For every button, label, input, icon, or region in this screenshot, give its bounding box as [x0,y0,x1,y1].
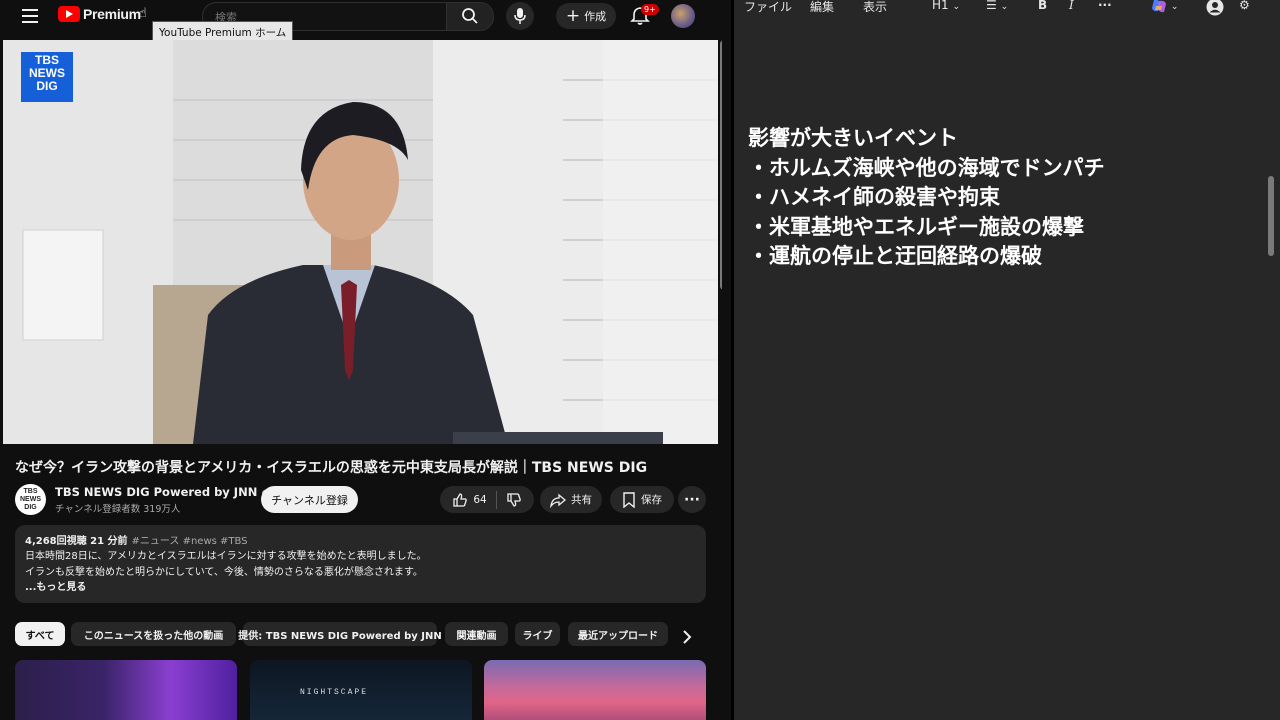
settings-icon[interactable]: ⚙ [1239,0,1250,12]
save-button[interactable]: 保存 [610,486,674,513]
chevron-down-icon: ⌄ [1000,2,1009,12]
menu-file[interactable]: ファイル [744,0,792,15]
save-label: 保存 [641,494,662,506]
bookmark-icon [623,491,635,508]
views-and-time: 4,268回視聴 21 分前 [25,536,128,547]
show-more-link[interactable]: ...もっと見る [25,580,86,595]
avatar-line: NEWS [20,496,41,503]
filter-chips: すべて このニュースを扱った他の動画 提供: TBS NEWS DIG Powe… [15,622,715,646]
chevron-down-icon: ⌄ [1170,2,1179,12]
notification-badge: 9+ [641,4,659,15]
notepad-document[interactable]: 影響が大きいイベント ・ホルムズ海峡や他の海域でドンパチ ・ハメネイ師の殺害や拘… [748,124,1105,272]
youtube-premium-logo[interactable]: Premium [58,6,141,22]
account-icon[interactable] [1206,0,1224,16]
note-line: ・運航の停止と迂回経路の爆破 [748,244,1042,268]
microphone-icon [514,8,526,24]
list-dropdown[interactable]: ☰ ⌄ [986,0,1008,12]
description-line: イランも反撃を始めたと明らかにしていて、今後、情勢のさらなる悪化が懸念されます。 [25,567,423,578]
chevron-down-icon: ⌄ [952,2,961,12]
note-line: ・ハメネイ師の殺害や拘束 [748,185,1000,209]
share-label: 共有 [571,494,592,506]
like-count[interactable]: 64 [473,494,486,506]
video-thumbnail[interactable] [15,660,237,720]
subscriber-count: チャンネル登録者数 319万人 [55,504,181,515]
video-thumbnail[interactable]: NIGHTSCAPE [250,660,472,720]
search-icon [462,8,478,24]
note-line: 影響が大きいイベント [748,126,958,150]
more-icon: ··· [684,491,700,508]
search-button[interactable] [446,2,494,31]
share-icon [550,493,566,508]
avatar-line: DIG [24,504,37,511]
description-meta: 4,268回視聴 21 分前 #ニュース #news #TBS [25,534,248,549]
italic-button[interactable]: I [1069,0,1074,12]
thumbs-down-icon[interactable] [506,492,522,508]
channel-name-text: TBS NEWS DIG Powered by JNN [55,485,258,499]
tbs-news-dig-logo: TBS NEWS DIG [21,52,73,102]
video-player[interactable]: TBS NEWS DIG [3,40,718,444]
like-dislike-group: 64 [440,486,534,513]
avatar-line: TBS [23,488,38,495]
mouse-cursor-icon: ☝ [139,6,147,21]
chip-related[interactable]: 関連動画 [445,622,508,646]
heading-label: H1 [932,0,949,12]
list-icon: ☰ [986,0,997,12]
chip-related-news[interactable]: このニュースを扱った他の動画 [71,622,236,646]
video-description[interactable]: 4,268回視聴 21 分前 #ニュース #news #TBS 日本時間28日に、… [15,525,706,603]
subscribe-button[interactable]: チャンネル登録 [261,486,358,513]
notepad-window: ファイル 編集 表示 H1 ⌄ ☰ ⌄ B I ··· ⌄ ⚙ 影響が大きいイベ… [734,0,1280,720]
menu-icon[interactable] [22,9,38,23]
youtube-play-icon [58,6,80,22]
account-avatar[interactable] [671,4,695,28]
bold-button[interactable]: B [1038,0,1047,12]
menu-view[interactable]: 表示 [863,0,887,15]
create-label: 作成 [584,10,607,23]
share-button[interactable]: 共有 [540,486,602,513]
youtube-topbar: Premium 検索 + 作成 9+ ☝ YouTube Premium ホーム [0,0,722,44]
note-line: ・米軍基地やエネルギー施設の爆撃 [748,214,1084,239]
youtube-window: Premium 検索 + 作成 9+ ☝ YouTube Premium ホーム… [0,0,722,720]
channel-avatar[interactable]: TBS NEWS DIG [15,484,46,515]
more-actions-button[interactable]: ··· [678,486,706,513]
video-frame [3,40,718,444]
heading-dropdown[interactable]: H1 ⌄ [932,0,960,12]
copilot-logo [1152,0,1166,12]
chip-all[interactable]: すべて [15,622,65,646]
logo-text: Premium [83,6,141,22]
video-thumbnail[interactable] [484,660,706,720]
thumbnail-text: NIGHTSCAPE [300,688,369,697]
voice-search-button[interactable] [506,2,534,30]
more-format-button[interactable]: ··· [1098,0,1112,12]
chevron-right-icon[interactable] [677,627,697,647]
scrollbar[interactable] [1268,176,1274,256]
chip-channel[interactable]: 提供: TBS NEWS DIG Powered by JNN [238,622,442,646]
chip-live[interactable]: ライブ [515,622,560,646]
menu-edit[interactable]: 編集 [810,0,834,15]
thumbs-up-icon[interactable] [452,492,468,508]
channel-name[interactable]: TBS NEWS DIG Powered by JNN ● [55,485,270,499]
logo-line: DIG [36,79,58,93]
video-title: なぜ今？イラン攻撃の背景とアメリカ・イスラエルの思惑を元中東支局長が解説｜TBS… [15,460,648,476]
description-line: 日本時間28日に、アメリカとイスラエルはイランに対する攻撃を始めたと表明しました… [25,551,427,562]
create-button[interactable]: + 作成 [556,3,616,29]
plus-icon: + [565,5,581,26]
note-line: ・ホルムズ海峡や他の海域でドンパチ [748,155,1105,180]
hashtags[interactable]: #ニュース #news #TBS [132,536,248,547]
scrollbar[interactable] [720,40,722,290]
copilot-icon[interactable]: ⌄ [1151,0,1178,13]
user-circle-icon [1206,0,1224,16]
notepad-menubar: ファイル 編集 表示 H1 ⌄ ☰ ⌄ B I ··· ⌄ ⚙ [734,0,1280,16]
chip-recent[interactable]: 最近アップロード [568,622,668,646]
divider [495,490,497,509]
